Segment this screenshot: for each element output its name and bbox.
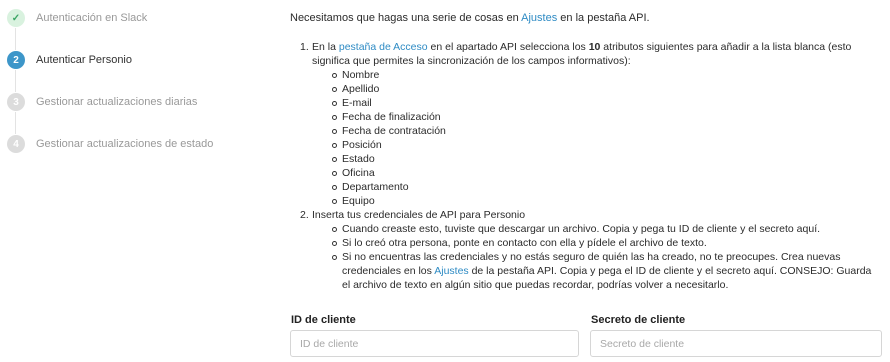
step-connector xyxy=(15,70,16,92)
attribute-item: Departamento xyxy=(332,180,882,194)
client-id-label: ID de cliente xyxy=(291,314,356,326)
attribute-item: Apellido xyxy=(332,82,882,96)
intro-after: en la pestaña API. xyxy=(557,12,650,24)
step-label: Gestionar actualizaciones de estado xyxy=(36,138,214,150)
hint-item: Cuando creaste esto, tuviste que descarg… xyxy=(332,222,882,236)
item-text: en el apartado API selecciona los xyxy=(427,41,589,53)
step-connector xyxy=(15,112,16,134)
hint-item: Si no encuentras las credenciales y no e… xyxy=(332,250,882,292)
list-item: 1. En la pestaña de Acceso en el apartad… xyxy=(300,40,882,208)
item-number: 2. xyxy=(300,209,309,221)
step-personio-auth[interactable]: 2 Autenticar Personio xyxy=(7,50,132,70)
attribute-item: Nombre xyxy=(332,68,882,82)
step-label: Autenticación en Slack xyxy=(36,12,148,24)
intro-before: Necesitamos que hagas una serie de cosas… xyxy=(290,12,522,24)
step-number: 4 xyxy=(7,135,25,153)
attribute-item: Posición xyxy=(332,138,882,152)
attribute-item: E-mail xyxy=(332,96,882,110)
step-connector xyxy=(15,28,16,50)
step-slack-auth[interactable]: ✓ Autenticación en Slack xyxy=(7,8,147,28)
step-label: Autenticar Personio xyxy=(36,54,132,66)
access-tab-link[interactable]: pestaña de Acceso xyxy=(339,41,428,53)
item-number: 1. xyxy=(300,41,309,53)
step-number: 2 xyxy=(7,51,25,69)
attribute-item: Estado xyxy=(332,152,882,166)
settings-link[interactable]: Ajustes xyxy=(521,12,557,24)
intro-text: Necesitamos que hagas una serie de cosas… xyxy=(290,11,650,25)
step-label: Gestionar actualizaciones diarias xyxy=(36,96,198,108)
client-secret-label: Secreto de cliente xyxy=(591,314,686,326)
steps-list: 1. En la pestaña de Acceso en el apartad… xyxy=(300,40,882,292)
check-icon: ✓ xyxy=(7,9,25,27)
list-item: 2. Inserta tus credenciales de API para … xyxy=(300,208,882,292)
client-secret-input[interactable] xyxy=(590,330,882,357)
settings-link[interactable]: Ajustes xyxy=(434,265,468,277)
step-number: 3 xyxy=(7,93,25,111)
attribute-item: Equipo xyxy=(332,194,882,208)
item-text: En la xyxy=(312,41,339,53)
step-daily-updates[interactable]: 3 Gestionar actualizaciones diarias xyxy=(7,92,197,112)
attribute-item: Fecha de contratación xyxy=(332,124,882,138)
attribute-count: 10 xyxy=(588,41,601,53)
hint-item: Si lo creó otra persona, ponte en contac… xyxy=(332,236,882,250)
credentials-hints: Cuando creaste esto, tuviste que descarg… xyxy=(332,222,882,292)
stepper-sidebar: ✓ Autenticación en Slack 2 Autenticar Pe… xyxy=(0,0,260,362)
attribute-item: Oficina xyxy=(332,166,882,180)
attribute-item: Fecha de finalización xyxy=(332,110,882,124)
client-id-input[interactable] xyxy=(290,330,579,357)
step-status-updates[interactable]: 4 Gestionar actualizaciones de estado xyxy=(7,134,213,154)
item-text: Inserta tus credenciales de API para Per… xyxy=(312,209,526,221)
attribute-list: Nombre Apellido E-mail Fecha de finaliza… xyxy=(332,68,882,208)
